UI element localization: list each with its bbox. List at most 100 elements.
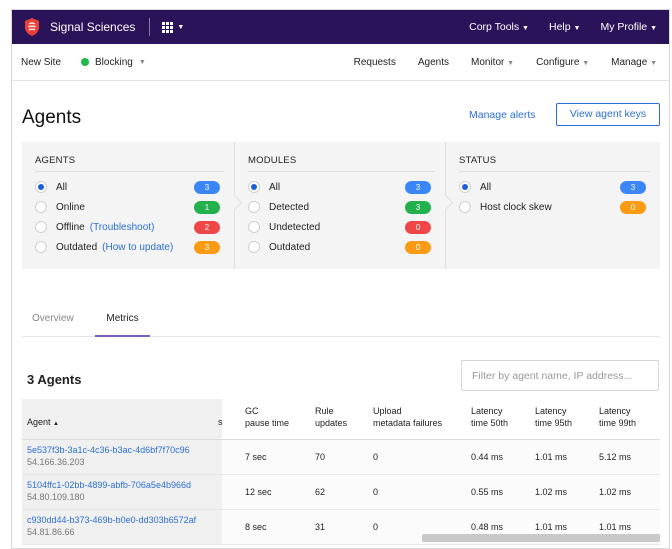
radio-selected[interactable] [35, 181, 47, 193]
filter-agents-offline[interactable]: Offline (Troubleshoot) 2 [35, 220, 220, 234]
filter-label: Online [56, 201, 85, 213]
agent-id-link[interactable]: c930dd44-b373-469b-b0e0-dd303b6572af [27, 514, 222, 526]
tab-bar: Overview Metrics [22, 307, 660, 337]
filter-modules-undetected[interactable]: Undetected 0 [248, 220, 431, 234]
caret-down-icon: ▼ [138, 58, 146, 66]
view-agent-keys-button[interactable]: View agent keys [556, 103, 660, 126]
latency-50-cell: 0.48 ms [471, 522, 504, 532]
column-header-latency-50[interactable]: Latency time 50th [471, 405, 508, 429]
apps-menu-button[interactable]: ▼ [162, 21, 185, 33]
status-filter-group: STATUS All 3 Host clock skew 0 [446, 142, 660, 269]
gc-pause-cell: 8 sec [245, 522, 267, 532]
app-window: Signal Sciences ▼ Corp Tools ▼ Help ▼ My… [11, 9, 670, 549]
filter-label: All [269, 181, 281, 193]
modules-filter-heading: MODULES [248, 155, 297, 166]
count-badge: 3 [194, 180, 220, 194]
agent-cell: 5104ffc1-02bb-4899-abfb-706a5e4b966d 54.… [22, 475, 222, 509]
how-to-update-link[interactable]: (How to update) [102, 242, 173, 253]
latency-95-cell: 1.01 ms [535, 522, 568, 532]
rule-updates-cell: 31 [315, 522, 326, 532]
nav-configure[interactable]: Configure ▼ [536, 57, 589, 68]
count-badge: 3 [405, 200, 431, 214]
table-row: 5104ffc1-02bb-4899-abfb-706a5e4b966d 54.… [22, 475, 660, 510]
latency-50-cell: 0.55 ms [471, 487, 504, 497]
filter-modules-detected[interactable]: Detected 3 [248, 200, 431, 214]
agents-table: Agent ▲ s GC pause time Rule updates Uploa… [22, 399, 660, 545]
column-header-upload-failures[interactable]: Upload metadata failures [373, 405, 442, 429]
filter-status-clock-skew[interactable]: Host clock skew 0 [459, 200, 646, 214]
divider [149, 18, 151, 36]
brand-name[interactable]: Signal Sciences [50, 20, 135, 34]
filter-agents-all[interactable]: All 3 [35, 180, 220, 194]
troubleshoot-link[interactable]: (Troubleshoot) [90, 222, 155, 233]
table-header: Agent ▲ s GC pause time Rule updates Uploa… [22, 399, 660, 440]
radio[interactable] [248, 221, 260, 233]
column-header-label: Agent [27, 417, 51, 427]
caret-down-icon: ▼ [177, 23, 185, 31]
column-header-rule-updates[interactable]: Rule updates [315, 405, 347, 429]
column-header-latency-95[interactable]: Latency time 95th [535, 405, 572, 429]
count-badge: 2 [194, 220, 220, 234]
help-menu[interactable]: Help ▼ [549, 21, 580, 33]
green-dot-icon [81, 58, 90, 66]
count-badge: 0 [405, 240, 431, 254]
radio[interactable] [459, 201, 471, 213]
agent-id-link[interactable]: 5104ffc1-02bb-4899-abfb-706a5e4b966d [27, 479, 222, 491]
upload-failures-cell: 0 [373, 452, 379, 462]
latency-99-cell: 5.12 ms [599, 452, 632, 462]
sort-ascending-icon: ▲ [53, 421, 59, 427]
blocking-mode-dropdown[interactable]: Blocking ▼ [81, 57, 146, 68]
top-right-menu: Corp Tools ▼ Help ▼ My Profile ▼ [469, 21, 657, 33]
radio[interactable] [35, 241, 47, 253]
agent-filter-input[interactable] [461, 360, 659, 391]
column-header-agent[interactable]: Agent ▲ s [22, 399, 223, 439]
agent-cell: c930dd44-b373-469b-b0e0-dd303b6572af 54.… [22, 510, 222, 544]
site-selector[interactable]: New Site [21, 57, 61, 68]
clipped-column-header: s [218, 417, 223, 427]
filter-modules-outdated[interactable]: Outdated 0 [248, 240, 431, 254]
filter-agents-online[interactable]: Online 1 [35, 200, 220, 214]
my-profile-menu[interactable]: My Profile ▼ [600, 21, 657, 33]
nav-requests[interactable]: Requests [354, 57, 396, 68]
filter-label: Offline [56, 221, 85, 233]
filter-label: All [56, 181, 68, 193]
nav-monitor[interactable]: Monitor ▼ [471, 57, 514, 68]
agent-ip: 54.80.109.180 [27, 492, 85, 502]
nav-manage[interactable]: Manage ▼ [611, 57, 657, 68]
table-body: 5e537f3b-3a1c-4c36-b3ac-4d6bf7f70c96 54.… [22, 440, 660, 545]
horizontal-scrollbar[interactable] [422, 534, 660, 542]
radio-selected[interactable] [459, 181, 471, 193]
corp-tools-menu[interactable]: Corp Tools ▼ [469, 21, 529, 33]
radio[interactable] [248, 201, 260, 213]
tab-metrics[interactable]: Metrics [95, 313, 150, 337]
my-profile-label: My Profile [600, 21, 648, 33]
nav-monitor-label: Monitor [470, 56, 505, 68]
filter-status-all[interactable]: All 3 [459, 180, 646, 194]
latency-95-cell: 1.01 ms [535, 452, 568, 462]
signal-sciences-logo-icon[interactable] [24, 18, 40, 36]
manage-alerts-link[interactable]: Manage alerts [469, 109, 536, 121]
agent-ip: 54.81.86.66 [27, 527, 75, 537]
radio[interactable] [35, 221, 47, 233]
radio[interactable] [35, 201, 47, 213]
column-header-gc-pause[interactable]: GC pause time [245, 405, 289, 429]
gc-pause-cell: 7 sec [245, 452, 267, 462]
latency-50-cell: 0.44 ms [471, 452, 504, 462]
rule-updates-cell: 70 [315, 452, 326, 462]
filter-modules-all[interactable]: All 3 [248, 180, 431, 194]
radio[interactable] [248, 241, 260, 253]
upload-failures-cell: 0 [373, 522, 379, 532]
latency-99-cell: 1.01 ms [599, 522, 632, 532]
grid-icon [162, 21, 174, 33]
agent-cell: 5e537f3b-3a1c-4c36-b3ac-4d6bf7f70c96 54.… [22, 440, 222, 474]
site-nav-links: Requests Agents Monitor ▼ Configure ▼ Ma… [354, 57, 657, 68]
column-header-latency-99[interactable]: Latency time 99th [599, 405, 636, 429]
tab-overview[interactable]: Overview [32, 313, 74, 324]
agent-id-link[interactable]: 5e537f3b-3a1c-4c36-b3ac-4d6bf7f70c96 [27, 444, 222, 456]
nav-agents[interactable]: Agents [418, 57, 449, 68]
filter-agents-outdated[interactable]: Outdated (How to update) 3 [35, 240, 220, 254]
filter-label: Undetected [269, 221, 321, 233]
upload-failures-cell: 0 [373, 487, 379, 497]
radio-selected[interactable] [248, 181, 260, 193]
count-badge: 1 [194, 200, 220, 214]
